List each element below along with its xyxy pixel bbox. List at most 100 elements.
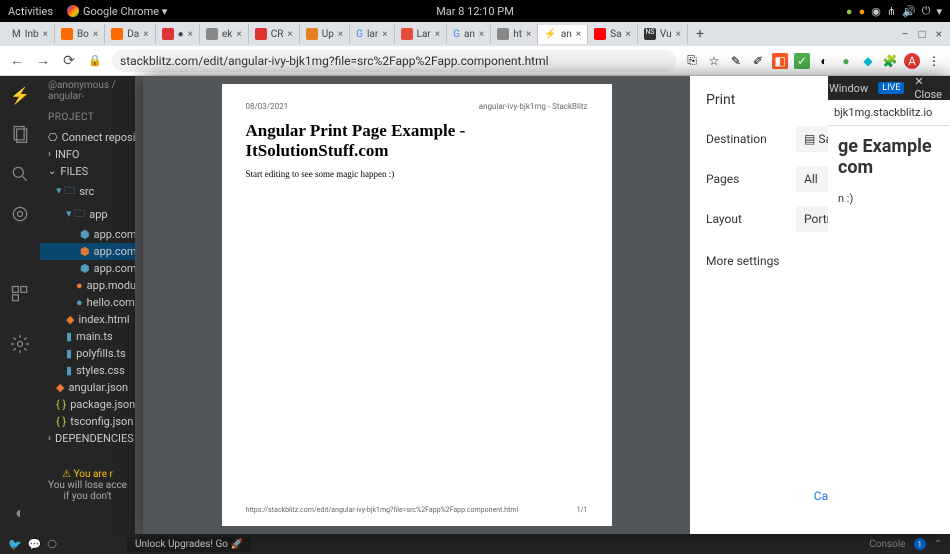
close-icon[interactable]: ×	[576, 29, 581, 40]
close-pane[interactable]: ✕ Close	[914, 76, 942, 101]
info-section[interactable]: ›INFO	[40, 146, 135, 163]
pdf-icon: ▤	[804, 132, 815, 146]
browser-tab[interactable]: ek×	[200, 24, 249, 44]
forward-button[interactable]: →	[34, 52, 52, 70]
browser-tab[interactable]: Sa×	[588, 24, 638, 44]
back-button[interactable]: ←	[8, 52, 26, 70]
unlock-banner[interactable]: Unlock Upgrades! Go 🚀	[127, 537, 251, 552]
browser-tab[interactable]: Up×	[300, 24, 350, 44]
ext-icon[interactable]: ●	[838, 53, 854, 69]
reload-button[interactable]: ⟳	[60, 52, 78, 70]
close-icon[interactable]: ×	[479, 29, 484, 40]
file-item[interactable]: ◆index.html	[40, 311, 135, 328]
browser-tab[interactable]: ●×	[156, 24, 200, 44]
power-icon[interactable]: ⏻	[922, 4, 931, 18]
close-icon[interactable]: ×	[188, 29, 193, 40]
extensions-icon[interactable]: 🧩	[882, 53, 898, 69]
file-item[interactable]: ▮styles.css	[40, 362, 135, 379]
ports-icon[interactable]	[9, 203, 31, 225]
ext-icon[interactable]: ◆	[860, 53, 876, 69]
close-icon[interactable]: ×	[43, 29, 48, 40]
ext-icon[interactable]: ◐	[816, 53, 832, 69]
console-toggle[interactable]: Console1⌃	[869, 538, 942, 550]
file-item[interactable]: ●app.modul	[40, 277, 135, 294]
file-item[interactable]: ▮polyfills.ts	[40, 345, 135, 362]
preview-heading: Angular Print Page Example - ItSolutionS…	[246, 121, 588, 161]
close-icon[interactable]: ×	[382, 29, 387, 40]
folder-app[interactable]: ▾ 🗀app	[40, 203, 135, 226]
star-icon[interactable]: ☆	[706, 53, 722, 69]
bolt-icon[interactable]: ⚡	[10, 86, 30, 105]
browser-tab[interactable]: Lar×	[395, 24, 448, 44]
avatar[interactable]: A	[904, 53, 920, 69]
live-badge: LIVE	[878, 82, 904, 94]
minimize-icon[interactable]: −	[901, 27, 908, 41]
extensions-icon[interactable]	[9, 283, 31, 305]
github-icon[interactable]: ⎔	[47, 538, 57, 551]
volume-icon[interactable]: 🔊	[902, 5, 916, 18]
browser-tab[interactable]: Bo×	[55, 24, 105, 44]
browser-tab[interactable]: MInb×	[6, 25, 55, 44]
favicon	[401, 28, 413, 40]
app-menu[interactable]: Google Chrome ▾	[67, 5, 167, 18]
ext-icon[interactable]: ✓	[794, 53, 810, 69]
browser-tab-active[interactable]: ⚡an×	[538, 25, 588, 44]
tray-icon[interactable]: ●	[846, 5, 853, 18]
close-icon[interactable]: ×	[676, 29, 681, 40]
close-icon[interactable]: ×	[236, 29, 241, 40]
live-preview-pane: Window LIVE ✕ Close bjk1mg.stackblitz.io…	[828, 76, 950, 534]
files-section[interactable]: ⌄FILES	[40, 163, 135, 180]
folder-src[interactable]: ▾ 🗀src	[40, 180, 135, 203]
address-input[interactable]	[112, 50, 676, 72]
preview-pagenum: 1/1	[577, 506, 588, 514]
preview-url-bar[interactable]: bjk1mg.stackblitz.io	[828, 100, 950, 126]
browser-tab[interactable]: CR×	[249, 24, 300, 44]
close-icon[interactable]: ×	[287, 29, 292, 40]
browser-tab[interactable]: Gan×	[447, 25, 491, 44]
favicon	[497, 28, 509, 40]
close-icon[interactable]: ×	[93, 29, 98, 40]
browser-tab[interactable]: NSVu×	[638, 24, 688, 44]
browser-tab[interactable]: Da×	[105, 24, 155, 44]
file-item[interactable]: { }tsconfig.json	[40, 413, 135, 430]
menu-icon[interactable]: ⋮	[926, 53, 942, 69]
close-icon[interactable]: ×	[435, 29, 440, 40]
install-icon[interactable]: ⎘	[684, 53, 700, 69]
ext-icon[interactable]: ◧	[772, 53, 788, 69]
maximize-icon[interactable]: □	[918, 27, 925, 41]
close-icon[interactable]: ×	[526, 29, 531, 40]
close-icon[interactable]: ×	[338, 29, 343, 40]
file-item[interactable]: ●hello.comp	[40, 294, 135, 311]
ext-icon[interactable]: ✎	[728, 53, 744, 69]
file-item[interactable]: ⬢app.compo	[40, 260, 135, 277]
ext-icon[interactable]: ✐	[750, 53, 766, 69]
theme-icon[interactable]: ◐	[9, 502, 31, 524]
twitter-icon[interactable]: 🐦	[8, 538, 22, 551]
file-item-selected[interactable]: ⬢app.compo	[40, 243, 135, 260]
chevron-down-icon[interactable]: ▾	[936, 5, 942, 18]
lock-icon[interactable]: 🔒	[86, 52, 104, 70]
file-item[interactable]: ◆angular.json	[40, 379, 135, 396]
new-tab-button[interactable]: +	[688, 26, 712, 42]
tray-icon[interactable]: ⋔	[887, 5, 896, 18]
settings-icon[interactable]	[9, 333, 31, 355]
close-icon[interactable]: ×	[936, 27, 942, 41]
file-item[interactable]: { }package.json	[40, 396, 135, 413]
close-icon[interactable]: ×	[626, 29, 631, 40]
clock[interactable]: Mar 8 12:10 PM	[436, 5, 514, 18]
preview-body: Start editing to see some magic happen :…	[246, 169, 588, 179]
deps-section[interactable]: ›DEPENDENCIES	[40, 430, 135, 447]
file-item[interactable]: ▮main.ts	[40, 328, 135, 345]
browser-tab[interactable]: ht×	[491, 24, 538, 44]
search-icon[interactable]	[9, 163, 31, 185]
activities-label[interactable]: Activities	[8, 5, 53, 18]
close-icon[interactable]: ×	[143, 29, 148, 40]
file-item[interactable]: ⬢app.compo	[40, 226, 135, 243]
discord-icon[interactable]: 💬	[28, 538, 42, 551]
project-header: PROJECT	[40, 106, 135, 129]
files-icon[interactable]	[9, 123, 31, 145]
connect-repo[interactable]: ⎔Connect reposi	[40, 129, 135, 146]
tray-icon[interactable]: ◉	[871, 5, 881, 18]
tray-icon[interactable]: ●	[859, 5, 866, 18]
browser-tab[interactable]: Glar×	[350, 25, 394, 44]
